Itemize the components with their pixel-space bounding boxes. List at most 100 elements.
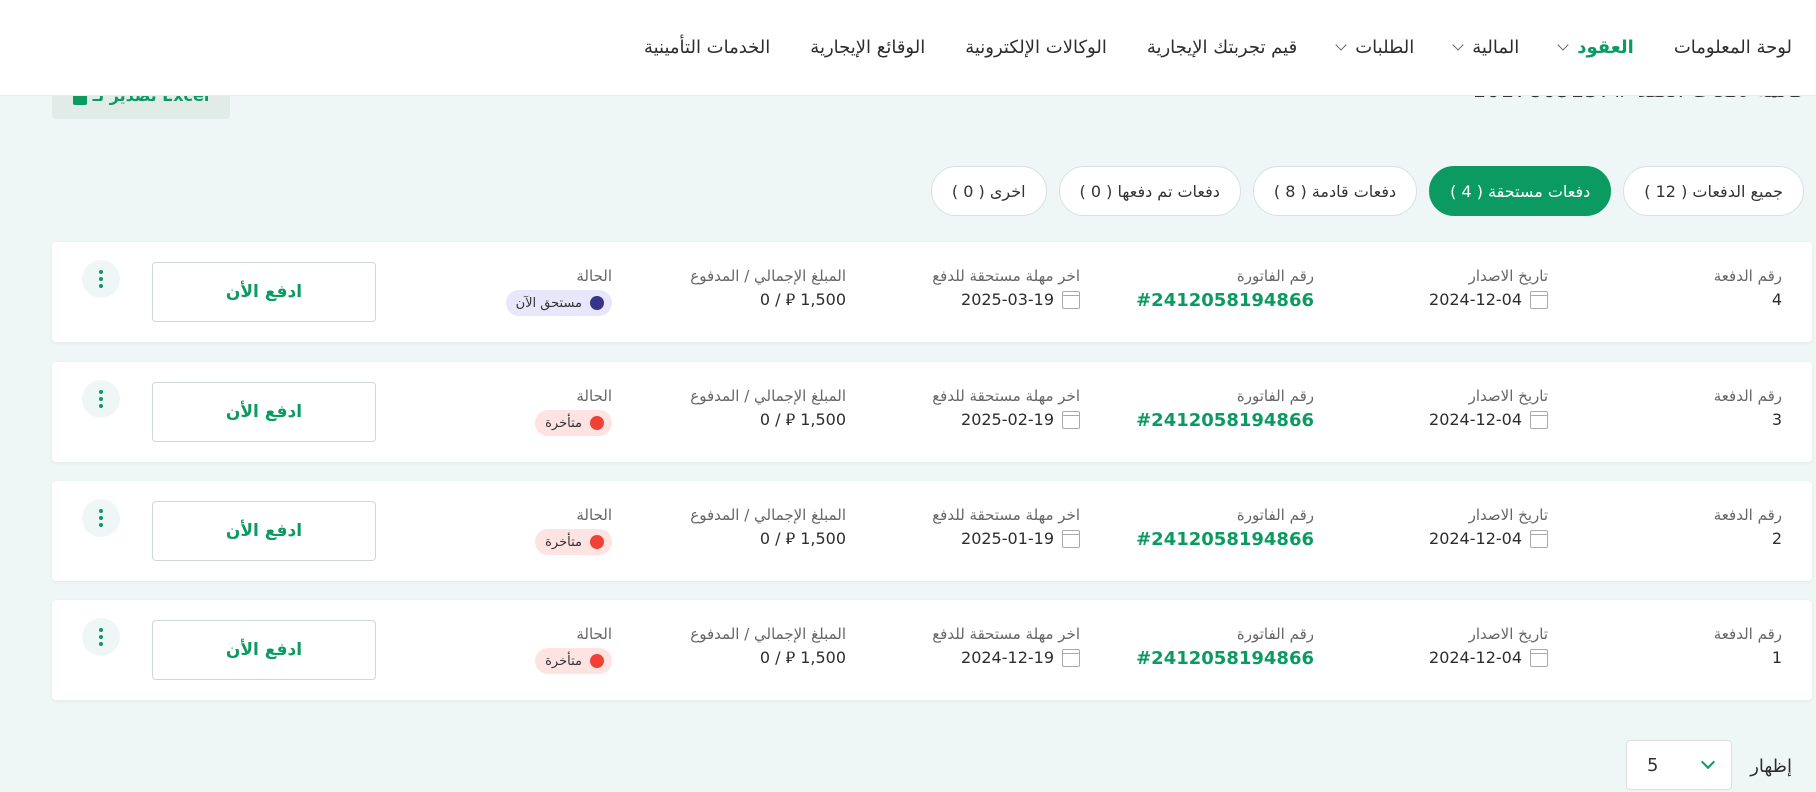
invoice-number: #2412058194866 xyxy=(1136,290,1314,311)
pay-now-button[interactable]: ادفع الأن xyxy=(152,382,376,442)
status-badge: متأخرة xyxy=(535,648,612,674)
due-date: 2025-03-19 xyxy=(961,290,1054,309)
payment-number-col: رقم الدفعة 3 xyxy=(1714,386,1782,429)
calendar-icon xyxy=(1062,648,1080,667)
invoice-col: رقم الفاتورة #2412058194866 xyxy=(1136,266,1314,311)
nav-item-label: المالية xyxy=(1472,36,1520,58)
due-date: 2025-02-19 xyxy=(961,410,1054,429)
invoice-col-label: رقم الفاتورة xyxy=(1236,387,1314,405)
status-badge: مستحق الآن xyxy=(505,290,612,316)
nav-item-label: العقود xyxy=(1577,36,1634,58)
page-size-label: إظهار xyxy=(1750,756,1792,777)
invoice-col: رقم الفاتورة #2412058194866 xyxy=(1136,505,1314,550)
more-options-button[interactable] xyxy=(82,260,120,298)
due-date-col-label: اخر مهلة مستحقة للدفع xyxy=(932,387,1080,405)
status-dot-icon xyxy=(590,416,604,430)
payment-number-col-label: رقم الدفعة xyxy=(1713,267,1782,285)
payment-number-col: رقم الدفعة 4 xyxy=(1714,266,1782,309)
more-options-button[interactable] xyxy=(82,618,120,656)
calendar-icon xyxy=(1062,290,1080,309)
invoice-number: #2412058194866 xyxy=(1136,529,1314,550)
tab-4[interactable]: اخرى ( 0 ) xyxy=(930,166,1047,216)
status-badge: متأخرة xyxy=(535,410,612,436)
tab-1[interactable]: دفعات مستحقة ( 4 ) xyxy=(1429,166,1612,216)
nav-item-label: لوحة المعلومات xyxy=(1673,36,1792,58)
nav-item-6[interactable]: الوقائع الإيجارية xyxy=(810,37,925,58)
tab-0[interactable]: جميع الدفعات ( 12 ) xyxy=(1623,166,1804,216)
calendar-icon xyxy=(1530,529,1548,548)
pay-now-button[interactable]: ادفع الأن xyxy=(152,501,376,561)
nav-item-label: الطلبات xyxy=(1355,36,1415,58)
payment-number-col-label: رقم الدفعة xyxy=(1713,506,1782,524)
amount-col-label: المبلغ الإجمالي / المدفوع xyxy=(690,506,846,524)
due-date-col: اخر مهلة مستحقة للدفع 2025-03-19 xyxy=(932,266,1080,309)
due-date-col: اخر مهلة مستحقة للدفع 2024-12-19 xyxy=(932,624,1080,667)
tab-2[interactable]: دفعات قادمة ( 8 ) xyxy=(1252,166,1418,216)
pay-now-button[interactable]: ادفع الأن xyxy=(152,620,376,680)
due-date: 2024-12-19 xyxy=(961,648,1054,667)
amount-value: 1,500 ⃁ / 0 xyxy=(759,290,846,309)
nav-item-5[interactable]: الوكالات الإلكترونية xyxy=(965,37,1107,58)
payment-number-col-label: رقم الدفعة xyxy=(1713,625,1782,643)
calendar-icon xyxy=(1062,529,1080,548)
invoice-number: #2412058194866 xyxy=(1136,410,1314,431)
status-col: الحالة متأخرة xyxy=(535,624,612,674)
calendar-icon xyxy=(1530,410,1548,429)
amount-col: المبلغ الإجمالي / المدفوع 1,500 ⃁ / 0 xyxy=(690,386,846,430)
vertical-dots-icon xyxy=(99,270,103,288)
chevron-down-icon xyxy=(1557,39,1569,51)
nav-item-1[interactable]: العقود xyxy=(1557,36,1634,58)
payment-card: رقم الدفعة 2 تاريخ الاصدار 2024-12-04 رقم ال… xyxy=(52,481,1812,581)
nav-item-label: الخدمات التأمينية xyxy=(643,36,771,58)
due-date-col-label: اخر مهلة مستحقة للدفع xyxy=(932,267,1080,285)
page-size-select[interactable]: 5 xyxy=(1626,740,1732,790)
nav-item-label: قيم تجربتك الإيجارية xyxy=(1146,36,1298,58)
issue-date-col-label: تاريخ الاصدار xyxy=(1468,267,1548,285)
amount-value: 1,500 ⃁ / 0 xyxy=(759,529,846,548)
payment-card: رقم الدفعة 1 تاريخ الاصدار 2024-12-04 رقم ال… xyxy=(52,600,1812,700)
calendar-icon xyxy=(1062,410,1080,429)
amount-col: المبلغ الإجمالي / المدفوع 1,500 ⃁ / 0 xyxy=(690,266,846,310)
more-options-button[interactable] xyxy=(82,380,120,418)
status-text: متأخرة xyxy=(545,653,582,669)
due-date-col-label: اخر مهلة مستحقة للدفع xyxy=(932,625,1080,643)
issue-date-col: تاريخ الاصدار 2024-12-04 xyxy=(1429,624,1548,667)
tab-3[interactable]: دفعات تم دفعها ( 0 ) xyxy=(1058,166,1241,216)
payment-number-col: رقم الدفعة 1 xyxy=(1714,624,1782,667)
vertical-dots-icon xyxy=(99,390,103,408)
payment-number: 3 xyxy=(1771,410,1782,429)
issue-date-col: تاريخ الاصدار 2024-12-04 xyxy=(1429,505,1548,548)
nav-list: لوحة المعلومات العقود المالية الطلبات قيم تج… xyxy=(644,0,1792,94)
amount-col-label: المبلغ الإجمالي / المدفوع xyxy=(690,387,846,405)
nav-item-0[interactable]: لوحة المعلومات xyxy=(1674,37,1792,58)
issue-date: 2024-12-04 xyxy=(1429,529,1522,548)
payment-number-col: رقم الدفعة 2 xyxy=(1714,505,1782,548)
payment-card: رقم الدفعة 3 تاريخ الاصدار 2024-12-04 رقم ال… xyxy=(52,362,1812,462)
nav-item-7[interactable]: الخدمات التأمينية xyxy=(644,37,770,58)
nav-item-4[interactable]: قيم تجربتك الإيجارية xyxy=(1147,37,1297,58)
status-col-label: الحالة xyxy=(576,506,612,524)
status-dot-icon xyxy=(590,296,604,310)
status-col-label: الحالة xyxy=(576,625,612,643)
due-date-col-label: اخر مهلة مستحقة للدفع xyxy=(932,506,1080,524)
nav-item-3[interactable]: الطلبات xyxy=(1335,36,1415,58)
issue-date-col-label: تاريخ الاصدار xyxy=(1468,387,1548,405)
payment-number-col-label: رقم الدفعة xyxy=(1713,387,1782,405)
status-col-label: الحالة xyxy=(576,387,612,405)
status-col: الحالة متأخرة xyxy=(535,386,612,436)
calendar-icon xyxy=(1530,648,1548,667)
invoice-col-label: رقم الفاتورة xyxy=(1236,506,1314,524)
nav-item-2[interactable]: المالية xyxy=(1452,36,1520,58)
more-options-button[interactable] xyxy=(82,499,120,537)
chevron-down-icon xyxy=(1700,754,1716,770)
chevron-down-icon xyxy=(1335,39,1347,51)
due-date-col: اخر مهلة مستحقة للدفع 2025-01-19 xyxy=(932,505,1080,548)
invoice-col: رقم الفاتورة #2412058194866 xyxy=(1136,624,1314,669)
status-col: الحالة متأخرة xyxy=(535,505,612,555)
status-text: متأخرة xyxy=(545,534,582,550)
vertical-dots-icon xyxy=(99,509,103,527)
pay-now-button[interactable]: ادفع الأن xyxy=(152,262,376,322)
due-date-col: اخر مهلة مستحقة للدفع 2025-02-19 xyxy=(932,386,1080,429)
status-dot-icon xyxy=(590,654,604,668)
calendar-icon xyxy=(1530,290,1548,309)
